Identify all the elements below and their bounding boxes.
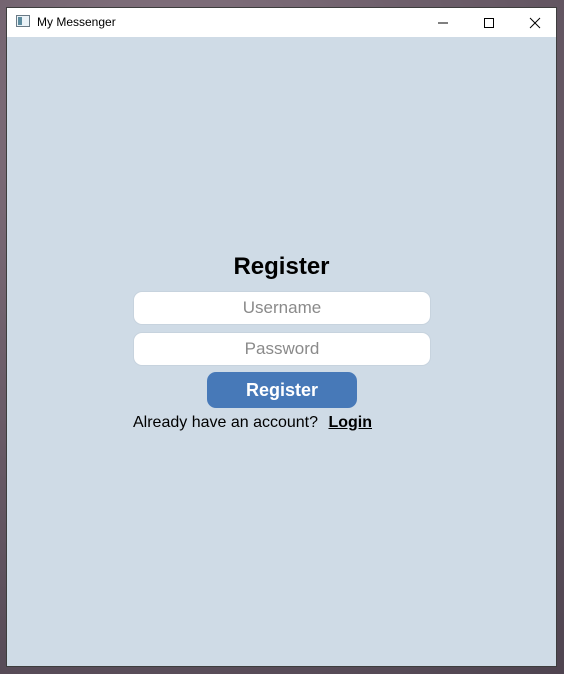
- minimize-icon: [438, 22, 448, 23]
- register-button[interactable]: Register: [207, 372, 357, 408]
- login-prompt-text: Already have an account?: [133, 414, 319, 431]
- window-title: My Messenger: [37, 15, 116, 29]
- close-button[interactable]: [512, 8, 558, 37]
- maximize-button[interactable]: [466, 8, 512, 37]
- login-prompt: Already have an account? Login: [133, 414, 372, 432]
- login-link[interactable]: Login: [328, 414, 372, 431]
- form-heading: Register: [233, 253, 330, 280]
- maximize-icon: [484, 17, 494, 28]
- app-window-icon: [16, 15, 30, 27]
- minimize-button[interactable]: [420, 8, 466, 37]
- password-input[interactable]: [133, 332, 431, 366]
- title-bar[interactable]: My Messenger: [7, 8, 556, 37]
- close-icon: [529, 17, 541, 28]
- app-window: My Messenger Register Register Already h…: [6, 7, 557, 667]
- username-input[interactable]: [133, 291, 431, 325]
- register-form: Register Register Already have an accoun…: [7, 37, 556, 666]
